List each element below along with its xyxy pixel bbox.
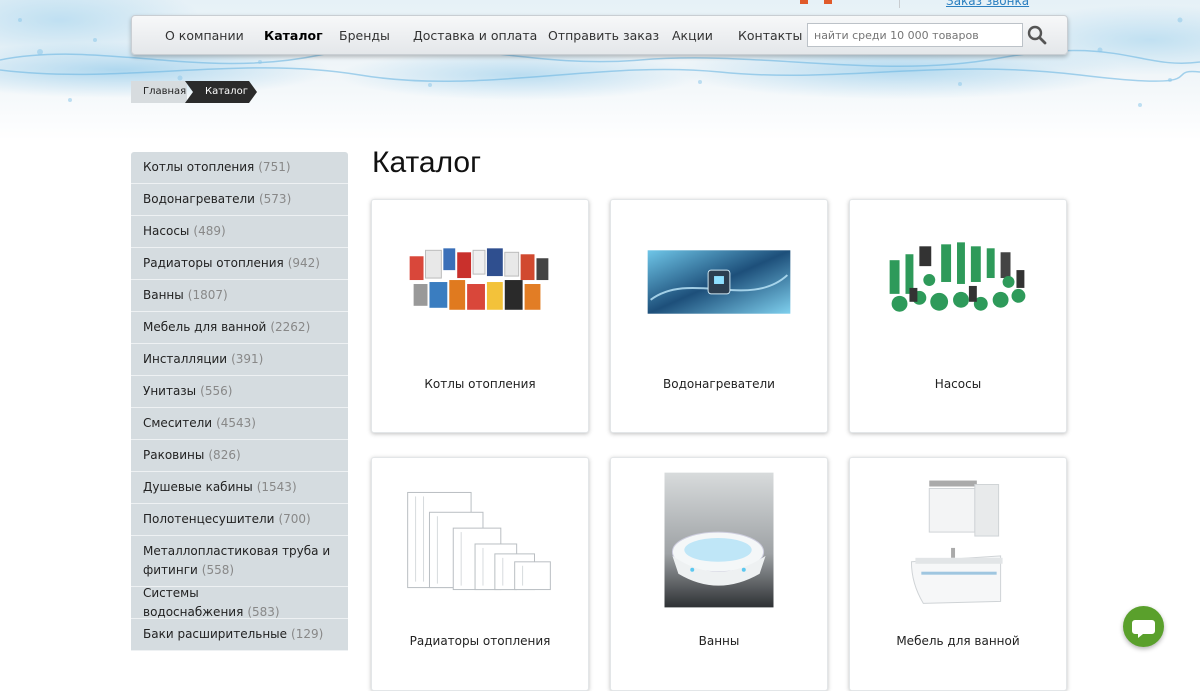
- search-icon: [1027, 25, 1047, 45]
- catalog-card-water-heaters[interactable]: Водонагреватели: [610, 199, 828, 433]
- water-heaters-image: [647, 250, 791, 314]
- card-label: Мебель для ванной: [896, 634, 1020, 648]
- nav-item-contacts[interactable]: Контакты: [738, 28, 802, 43]
- nav-item-send-order[interactable]: Отправить заказ: [548, 28, 659, 43]
- sidebar-item-towel-warmers[interactable]: Полотенцесушители (700): [131, 504, 348, 536]
- sidebar-item-pumps[interactable]: Насосы (489): [131, 216, 348, 248]
- top-divider: [899, 0, 900, 8]
- catalog-card-radiators[interactable]: Радиаторы отопления: [371, 457, 589, 691]
- top-accent-marks: [800, 0, 834, 4]
- nav-item-about[interactable]: О компании: [165, 28, 244, 43]
- catalog-card-boilers[interactable]: Котлы отопления: [371, 199, 589, 433]
- sidebar-item-count: (558): [201, 563, 235, 577]
- sidebar-item-toilets[interactable]: Унитазы (556): [131, 376, 348, 408]
- sidebar-item-count: (489): [193, 224, 226, 238]
- sidebar-item-label: Водонагреватели: [143, 192, 255, 206]
- sidebar-item-water-supply[interactable]: Системы водоснабжения (583): [131, 585, 348, 619]
- sidebar-item-radiators[interactable]: Радиаторы отопления (942): [131, 248, 348, 280]
- card-label: Насосы: [934, 377, 982, 391]
- pumps-image: [889, 242, 1026, 312]
- chat-button[interactable]: [1123, 606, 1164, 647]
- sidebar-item-shower-cabins[interactable]: Душевые кабины (1543): [131, 472, 348, 504]
- sidebar-item-bathtubs[interactable]: Ванны (1807): [131, 280, 348, 312]
- chat-bubble-icon: [1132, 620, 1155, 638]
- breadcrumb-home[interactable]: Главная: [131, 81, 187, 103]
- bathroom-furniture-image: [910, 480, 1003, 604]
- search-input[interactable]: [807, 23, 1023, 47]
- sidebar-item-label: Котлы отопления: [143, 160, 255, 174]
- sidebar-item-pipes-fittings[interactable]: Металлопластиковая труба и фитинги (558): [131, 536, 348, 587]
- category-sidebar: Котлы отопления (751) Водонагреватели (573…: [131, 152, 348, 651]
- breadcrumb-current-label: Каталог: [205, 86, 248, 97]
- sidebar-item-label: Баки расширительные: [143, 627, 288, 641]
- nav-item-promotions[interactable]: Акции: [672, 28, 713, 43]
- card-label: Радиаторы отопления: [409, 634, 551, 648]
- sidebar-item-expansion-tanks[interactable]: Баки расширительные (129): [131, 619, 348, 651]
- sidebar-item-count: (2262): [270, 320, 311, 334]
- page-title: Каталог: [372, 146, 482, 179]
- sidebar-item-faucets[interactable]: Смесители (4543): [131, 408, 348, 440]
- card-label: Котлы отопления: [424, 377, 536, 391]
- sidebar-item-count: (1543): [256, 480, 297, 494]
- sidebar-item-label: Смесители: [143, 416, 213, 430]
- sidebar-item-bathroom-furniture[interactable]: Мебель для ванной (2262): [131, 312, 348, 344]
- nav-item-brands[interactable]: Бренды: [339, 28, 390, 43]
- sidebar-item-count: (583): [247, 604, 280, 619]
- sidebar-item-count: (1807): [187, 288, 228, 302]
- callback-link[interactable]: Заказ звонка: [946, 0, 1029, 8]
- search-button[interactable]: [1025, 24, 1049, 46]
- card-label: Водонагреватели: [663, 377, 775, 391]
- main-navigation: О компании Каталог Бренды Доставка и опл…: [131, 15, 1068, 55]
- sidebar-item-count: (700): [278, 512, 311, 526]
- radiators-image: [407, 491, 551, 591]
- sidebar-item-count: (391): [231, 352, 264, 366]
- sidebar-item-label: Ванны: [143, 288, 184, 302]
- sidebar-item-label: Унитазы: [143, 384, 197, 398]
- boilers-image: [409, 248, 549, 310]
- sidebar-item-label: Насосы: [143, 224, 190, 238]
- sidebar-item-label: Металлопластиковая труба и фитинги: [143, 544, 331, 577]
- sidebar-item-boilers[interactable]: Котлы отопления (751): [131, 152, 348, 184]
- bathtubs-image: [664, 472, 774, 608]
- sidebar-item-label: Инсталляции: [143, 352, 228, 366]
- sidebar-item-label: Системы водоснабжения: [143, 585, 244, 619]
- sidebar-item-count: (826): [208, 448, 241, 462]
- sidebar-item-label: Мебель для ванной: [143, 320, 267, 334]
- sidebar-item-count: (556): [200, 384, 233, 398]
- catalog-card-bathroom-furniture[interactable]: Мебель для ванной: [849, 457, 1067, 691]
- sidebar-item-count: (751): [258, 160, 291, 174]
- nav-item-catalog[interactable]: Каталог: [264, 28, 323, 43]
- sidebar-item-water-heaters[interactable]: Водонагреватели (573): [131, 184, 348, 216]
- sidebar-item-label: Душевые кабины: [143, 480, 253, 494]
- sidebar-item-label: Раковины: [143, 448, 205, 462]
- sidebar-item-count: (573): [258, 192, 292, 206]
- sidebar-item-installations[interactable]: Инсталляции (391): [131, 344, 348, 376]
- sidebar-item-label: Полотенцесушители: [143, 512, 275, 526]
- catalog-card-pumps[interactable]: Насосы: [849, 199, 1067, 433]
- catalog-card-bathtubs[interactable]: Ванны: [610, 457, 828, 691]
- breadcrumb-current: Каталог: [185, 81, 257, 103]
- sidebar-item-count: (129): [291, 627, 324, 641]
- sidebar-item-count: (942): [287, 256, 320, 270]
- nav-item-delivery[interactable]: Доставка и оплата: [413, 28, 537, 43]
- sidebar-item-label: Радиаторы отопления: [143, 256, 284, 270]
- card-label: Ванны: [698, 634, 740, 648]
- sidebar-item-sinks[interactable]: Раковины (826): [131, 440, 348, 472]
- sidebar-item-count: (4543): [216, 416, 256, 430]
